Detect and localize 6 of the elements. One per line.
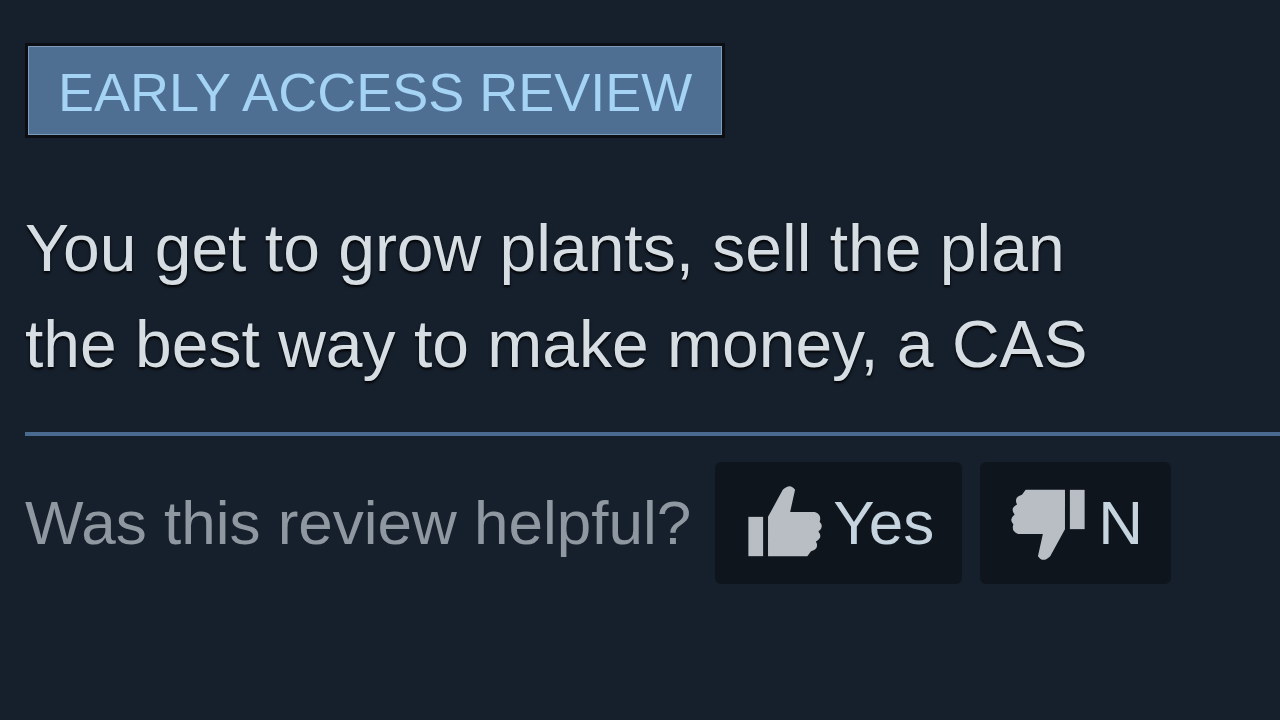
- review-text-line: You get to grow plants, sell the plan: [25, 209, 1066, 287]
- helpful-prompt: Was this review helpful?: [25, 487, 692, 559]
- early-access-badge: EARLY ACCESS REVIEW: [25, 43, 726, 138]
- review-text-line: the best way to make money, a CAS: [25, 305, 1089, 383]
- no-button[interactable]: N: [980, 461, 1172, 584]
- yes-button[interactable]: Yes: [715, 461, 963, 584]
